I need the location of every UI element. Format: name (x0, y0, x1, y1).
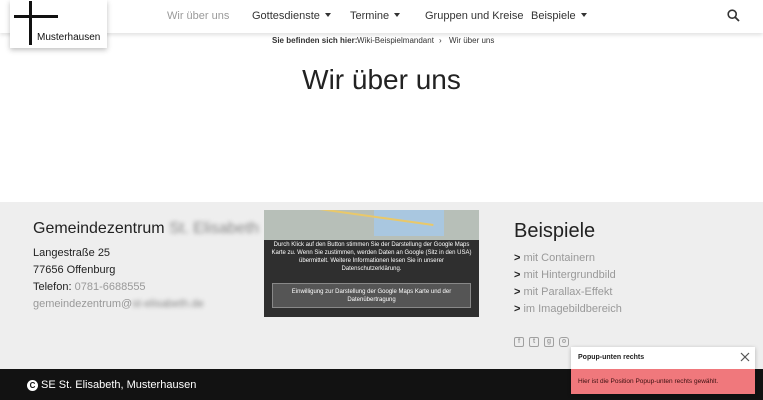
site-logo[interactable]: Musterhausen (10, 0, 107, 48)
examples-link-label: mit Parallax-Effekt (523, 286, 613, 298)
copyright-icon: C (27, 380, 38, 391)
email-domain-blurred: st-elisabeth.de (132, 298, 204, 310)
breadcrumb-link-home[interactable]: Wiki-Beispielmandant (357, 36, 434, 45)
cross-logo-icon (29, 1, 32, 45)
cross-logo-bar (14, 15, 58, 18)
org-name-blurred: St. Elisabeth (169, 220, 259, 237)
org-name: Gemeindezentrum St. Elisabeth (33, 220, 259, 238)
chevron-down-icon (324, 13, 331, 17)
nav-item-label: Gottesdienste (252, 10, 320, 22)
popup-header: Popup-unten rechts (571, 347, 755, 369)
site-header: Wir über uns Gottesdienste Termine Grupp… (0, 0, 763, 33)
popup-body: Hier ist die Position Popup-unten rechts… (571, 369, 755, 394)
nav-item-termine[interactable]: Termine (350, 10, 401, 22)
examples-link[interactable]: > mit Parallax-Effekt (514, 286, 613, 298)
copyright-text: SE St. Elisabeth, Musterhausen (41, 379, 197, 391)
google-plus-icon[interactable]: g (544, 337, 554, 347)
nav-item-gruppen-und-kreise[interactable]: Gruppen und Kreise (425, 10, 523, 22)
map-consent-text: Durch Klick auf den Button stimmen Sie d… (271, 242, 472, 272)
phone: Telefon: 0781-6688555 (33, 281, 146, 293)
map-consent-box: Durch Klick auf den Button stimmen Sie d… (264, 210, 479, 317)
close-icon[interactable] (740, 352, 750, 362)
map-consent-button[interactable]: Einwilligung zur Darstellung der Google … (272, 283, 471, 308)
nav-item-label: Termine (350, 10, 390, 22)
examples-link-label: im Imagebildbereich (523, 303, 622, 315)
nav-item-wir-ueber-uns[interactable]: Wir über uns (167, 10, 229, 22)
chevron-down-icon (580, 13, 587, 17)
popup-text: Hier ist die Position Popup-unten rechts… (578, 378, 719, 385)
logo-text: Musterhausen (37, 32, 101, 43)
breadcrumb-label: Sie befinden sich hier: (272, 36, 358, 45)
popup-title: Popup-unten rechts (578, 354, 645, 361)
arrow-right-icon: > (514, 252, 521, 264)
examples-link[interactable]: > mit Containern (514, 252, 595, 264)
page-title: Wir über uns (302, 64, 461, 95)
instagram-icon[interactable]: o (559, 337, 569, 347)
address-street: Langestraße 25 (33, 247, 111, 259)
nav-item-gottesdienste[interactable]: Gottesdienste (252, 10, 331, 22)
chevron-down-icon (394, 13, 401, 17)
phone-link[interactable]: 0781-6688555 (75, 281, 146, 293)
twitter-icon[interactable]: t (529, 337, 539, 347)
arrow-right-icon: > (514, 286, 521, 298)
address-city: 77656 Offenburg (33, 264, 116, 276)
examples-link[interactable]: > im Imagebildbereich (514, 303, 622, 315)
examples-link-label: mit Containern (523, 252, 595, 264)
examples-link-label: mit Hintergrundbild (523, 269, 616, 281)
main-nav: Wir über uns Gottesdienste Termine Grupp… (0, 0, 763, 33)
email-user: gemeindezentrum@ (33, 298, 133, 310)
popup-bottom-right: Popup-unten rechts Hier ist die Position… (571, 347, 755, 394)
arrow-right-icon: > (514, 269, 521, 281)
breadcrumb-separator-icon: › (439, 36, 442, 45)
search-icon[interactable] (727, 9, 740, 22)
footer: Gemeindezentrum St. Elisabeth Langestraß… (0, 202, 763, 369)
examples-title: Beispiele (514, 220, 596, 242)
facebook-icon[interactable]: f (514, 337, 524, 347)
nav-item-label: Beispiele (531, 10, 576, 22)
nav-item-beispiele[interactable]: Beispiele (531, 10, 587, 22)
email-link[interactable]: gemeindezentrum@st-elisabeth.de (33, 298, 204, 310)
arrow-right-icon: > (514, 303, 521, 315)
breadcrumb-current: Wir über uns (449, 36, 495, 45)
examples-link[interactable]: > mit Hintergrundbild (514, 269, 616, 281)
map-water (374, 210, 444, 236)
phone-label: Telefon: (33, 281, 72, 293)
org-name-text: Gemeindezentrum (33, 220, 165, 237)
